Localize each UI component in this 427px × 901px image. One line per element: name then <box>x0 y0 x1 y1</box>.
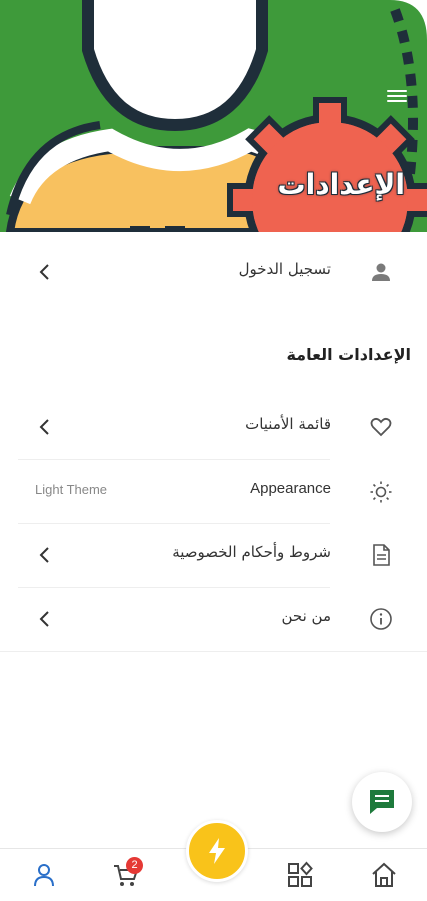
chevron-left-icon <box>39 419 49 435</box>
heart-icon <box>370 417 392 437</box>
login-row[interactable]: تسجيل الدخول <box>0 240 427 304</box>
categories-icon <box>288 861 313 887</box>
sun-icon <box>370 481 392 503</box>
about-label: من نحن <box>281 607 332 625</box>
chevron-left-icon <box>39 264 49 280</box>
person-icon <box>372 263 390 281</box>
terms-row[interactable]: شروط وأحكام الخصوصية <box>0 523 427 587</box>
appearance-row[interactable]: Appearance Light Theme <box>0 460 427 524</box>
home-icon <box>372 862 396 887</box>
cart-badge: 2 <box>126 857 143 874</box>
hamburger-menu-icon[interactable] <box>387 90 407 106</box>
login-label: تسجيل الدخول <box>238 260 331 278</box>
divider <box>0 651 427 652</box>
chevron-left-icon <box>39 547 49 563</box>
document-icon <box>373 544 390 566</box>
nav-home[interactable] <box>370 861 398 889</box>
appearance-label: Appearance <box>250 480 331 497</box>
settings-header-banner: الإعدادات <box>0 0 427 232</box>
page-title: الإعدادات <box>277 168 405 201</box>
nav-categories[interactable] <box>286 861 314 889</box>
nav-profile[interactable] <box>30 861 58 889</box>
wishlist-label: قائمة الأمنيات <box>245 415 331 433</box>
chat-button[interactable] <box>352 772 412 832</box>
user-icon <box>34 864 54 887</box>
info-icon <box>370 608 392 630</box>
appearance-value: Light Theme <box>35 482 108 497</box>
chevron-left-icon <box>39 611 49 627</box>
nav-cart[interactable]: 2 <box>112 857 143 889</box>
about-row[interactable]: من نحن <box>0 587 427 651</box>
terms-label: شروط وأحكام الخصوصية <box>172 543 331 561</box>
wishlist-row[interactable]: قائمة الأمنيات <box>0 395 427 459</box>
chat-icon <box>370 790 394 814</box>
flash-button[interactable] <box>186 820 248 882</box>
section-title-general: الإعدادات العامة <box>286 345 411 364</box>
lightning-icon <box>209 838 225 864</box>
